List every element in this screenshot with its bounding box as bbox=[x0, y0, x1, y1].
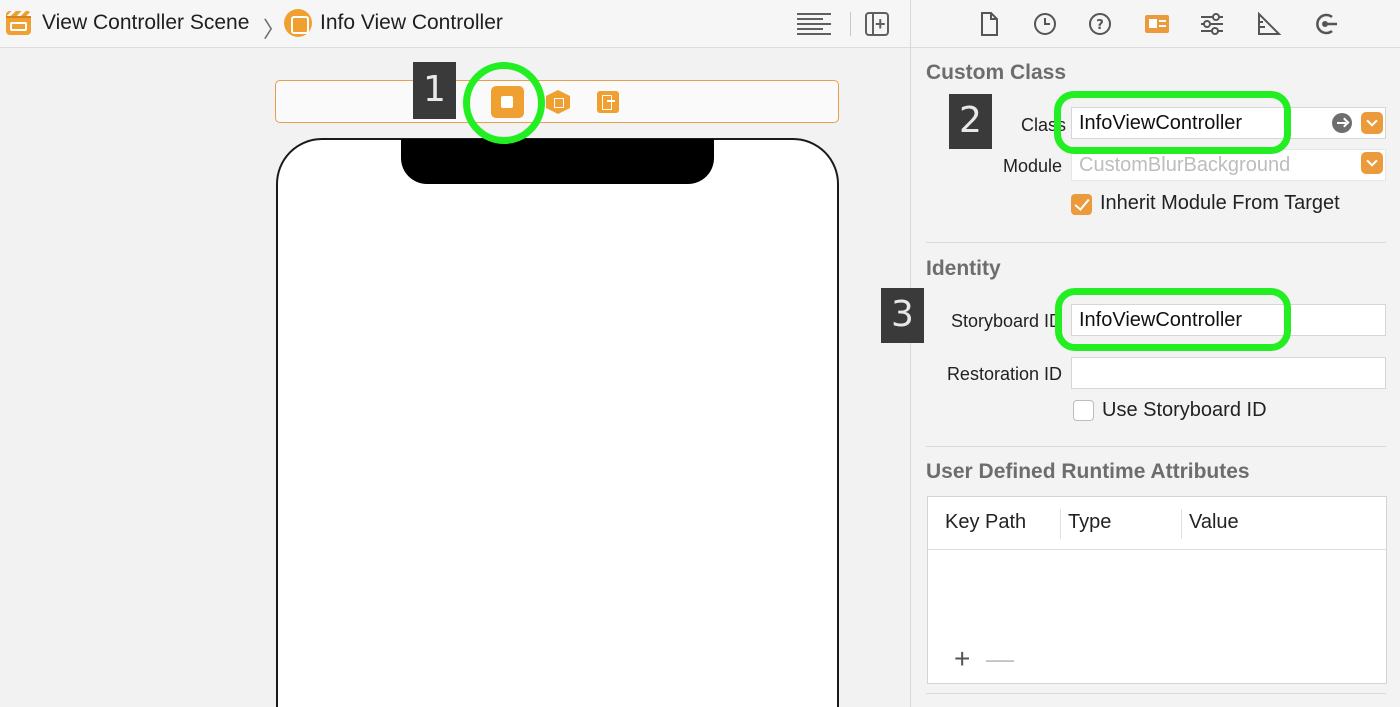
remove-attribute-button[interactable]: — bbox=[986, 645, 1014, 673]
step-1-badge: 1 bbox=[413, 62, 456, 119]
device-frame[interactable] bbox=[276, 138, 839, 707]
storyboard-id-label: Storyboard ID bbox=[950, 311, 1062, 331]
attributes-icon[interactable] bbox=[1198, 10, 1226, 38]
toolbar-divider bbox=[850, 12, 851, 36]
connections-icon[interactable] bbox=[1312, 10, 1340, 38]
device-notch bbox=[401, 139, 714, 184]
header-divider bbox=[928, 549, 1386, 550]
identity-title: Identity bbox=[926, 257, 1001, 280]
runtime-attributes-title: User Defined Runtime Attributes bbox=[926, 460, 1250, 483]
section-divider bbox=[926, 242, 1386, 243]
column-value[interactable]: Value bbox=[1189, 511, 1239, 534]
exit-icon[interactable] bbox=[597, 91, 619, 113]
runtime-attributes-table[interactable]: Key Path Type Value + — bbox=[927, 496, 1387, 684]
step-2-highlight bbox=[1054, 91, 1291, 154]
inspector-tab-bar: ? bbox=[911, 0, 1400, 48]
identity-icon[interactable] bbox=[1143, 10, 1171, 38]
use-storyboard-id-label: Use Storyboard ID bbox=[1102, 399, 1267, 421]
history-icon[interactable] bbox=[1031, 10, 1059, 38]
inherit-module-checkbox[interactable] bbox=[1071, 194, 1092, 215]
section-divider bbox=[926, 693, 1386, 694]
document-outline-icon[interactable] bbox=[797, 13, 831, 35]
help-icon[interactable]: ? bbox=[1086, 10, 1114, 38]
column-divider bbox=[1181, 509, 1182, 539]
column-key-path[interactable]: Key Path bbox=[945, 511, 1026, 534]
add-attribute-button[interactable]: + bbox=[954, 645, 970, 673]
file-icon[interactable] bbox=[975, 10, 1003, 38]
add-editor-icon[interactable]: + bbox=[865, 12, 889, 36]
view-controller-icon bbox=[284, 9, 312, 37]
column-type[interactable]: Type bbox=[1068, 511, 1111, 534]
column-divider bbox=[1060, 509, 1061, 539]
module-label: Module bbox=[1002, 156, 1062, 176]
step-3-highlight bbox=[1055, 288, 1291, 351]
step-2-badge: 2 bbox=[949, 94, 992, 149]
scene-icon bbox=[6, 11, 31, 35]
class-dropdown-button[interactable] bbox=[1361, 112, 1383, 134]
size-icon[interactable] bbox=[1254, 10, 1282, 38]
go-to-class-icon[interactable] bbox=[1332, 113, 1352, 133]
inherit-module-label: Inherit Module From Target bbox=[1100, 192, 1340, 214]
step-3-badge: 3 bbox=[881, 288, 924, 343]
chevron-right-icon: 〉 bbox=[263, 17, 286, 42]
step-1-highlight bbox=[463, 62, 545, 144]
breadcrumb: View Controller Scene 〉 Info View Contro… bbox=[0, 0, 910, 48]
section-divider bbox=[926, 446, 1386, 447]
use-storyboard-id-checkbox[interactable] bbox=[1073, 400, 1094, 421]
restoration-id-field[interactable] bbox=[1071, 357, 1386, 389]
svg-text:?: ? bbox=[1096, 18, 1104, 33]
custom-class-title: Custom Class bbox=[926, 61, 1067, 84]
breadcrumb-scene[interactable]: View Controller Scene bbox=[42, 0, 249, 46]
breadcrumb-controller[interactable]: Info View Controller bbox=[320, 0, 503, 46]
restoration-id-label: Restoration ID bbox=[946, 364, 1062, 384]
module-dropdown-button[interactable] bbox=[1361, 152, 1383, 174]
